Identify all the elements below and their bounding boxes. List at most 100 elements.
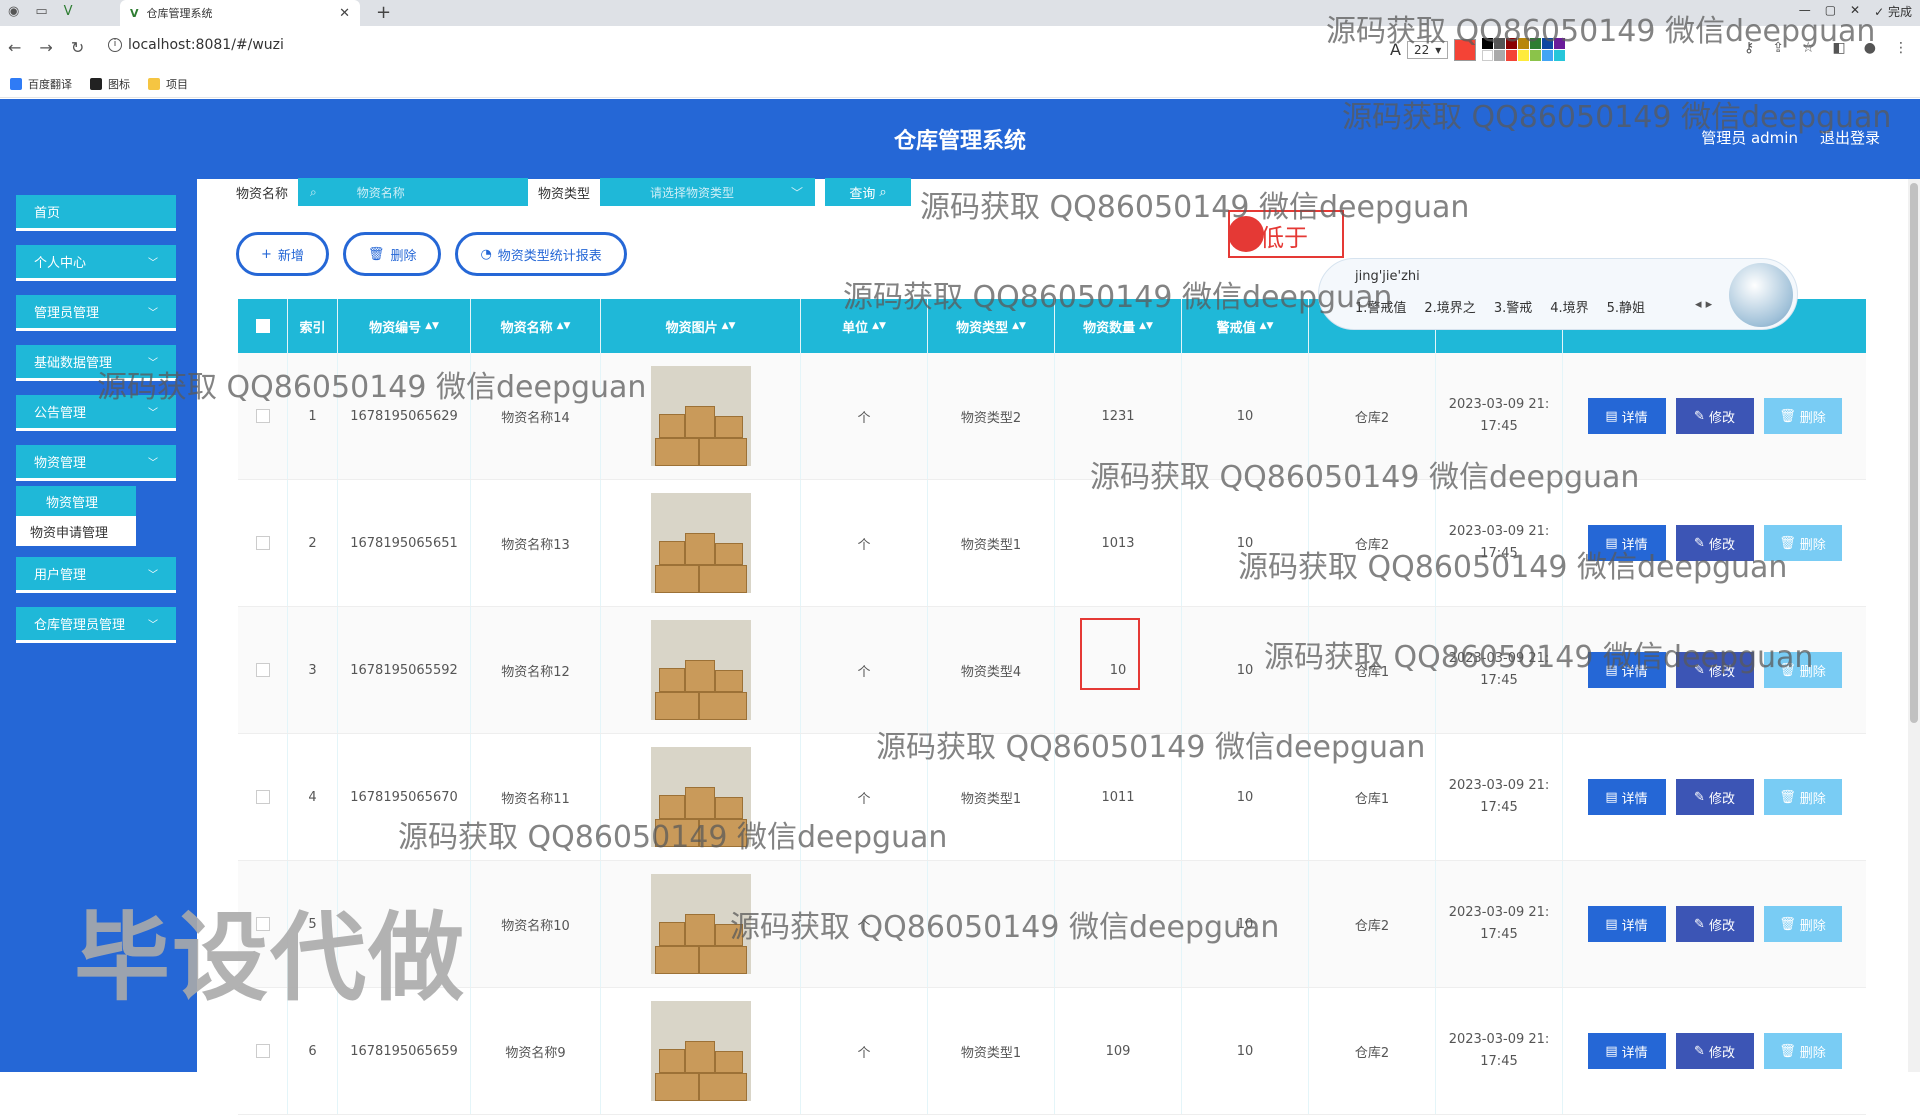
col-code[interactable]: 物资编号 ▲▼ <box>338 299 471 353</box>
name-label: 物资名称 <box>236 186 289 202</box>
ime-candidate[interactable]: 4.境界 <box>1550 297 1588 316</box>
detail-label: 详情 <box>1621 791 1648 807</box>
active-tab[interactable]: V 仓库管理系统 ✕ <box>120 0 360 26</box>
cell-qty: 1231 <box>1101 408 1135 424</box>
detail-button[interactable]: ▤ 详情 <box>1587 779 1666 815</box>
reload-icon[interactable]: ↻ <box>71 38 84 57</box>
watermark: 源码获取 QQ86050149 微信deepguan <box>97 370 647 405</box>
back-icon[interactable]: ← <box>8 38 21 57</box>
ime-candidate[interactable]: 2.境界之 <box>1424 297 1475 316</box>
batch-delete-button[interactable]: 🗑 删除 <box>342 232 442 276</box>
search-icon: ⌕ <box>879 184 887 200</box>
bookmark-project[interactable]: 项目 <box>148 76 188 92</box>
profile-icon[interactable]: ◉ <box>8 4 19 19</box>
sidebar-item-warehouse-admin[interactable]: 仓库管理员管理 ﹀ <box>16 607 176 643</box>
goods-photo[interactable] <box>650 366 751 466</box>
query-button[interactable]: 查询 ⌕ <box>825 178 912 206</box>
type-select[interactable]: 请选择物资类型 ﹀ <box>600 178 816 206</box>
cell-index: 1 <box>308 408 317 424</box>
cell-index: 3 <box>308 662 317 678</box>
submenu-goods-manage[interactable]: 物资管理 <box>16 486 136 516</box>
col-image[interactable]: 物资图片 ▲▼ <box>601 299 801 353</box>
ime-candidate[interactable]: 3.警戒 <box>1494 297 1532 316</box>
sidebar-item-users[interactable]: 用户管理 ﹀ <box>16 557 176 593</box>
scrollbar-thumb[interactable] <box>1910 183 1918 723</box>
trash-icon: 🗑 <box>1779 916 1796 932</box>
new-tab-icon[interactable]: + <box>376 2 391 23</box>
row-checkbox[interactable] <box>255 790 270 804</box>
select-all-checkbox[interactable] <box>238 299 288 353</box>
site-info-icon[interactable]: i <box>108 38 122 52</box>
sidebar-item-label: 物资管理 <box>34 456 87 471</box>
table-cell: 1678195065651 <box>338 480 471 606</box>
cell-name: 物资名称14 <box>501 410 570 426</box>
url-text: localhost:8081/#/wuzi <box>128 37 284 53</box>
row-checkbox[interactable] <box>255 1044 270 1058</box>
report-button[interactable]: ◔ 物资类型统计报表 <box>455 232 627 276</box>
tab-strip-icon[interactable]: ▭ <box>35 4 47 19</box>
submenu-goods-apply[interactable]: 物资申请管理 <box>16 516 136 546</box>
cell-type: 物资类型1 <box>960 537 1022 553</box>
table-cell: ▤ 详情 ✎ 修改 🗑 删除 <box>1563 988 1866 1114</box>
row-checkbox[interactable] <box>255 536 270 550</box>
add-label: 新增 <box>277 248 304 264</box>
cell-unit: 个 <box>857 791 871 807</box>
edit-button[interactable]: ✎ 修改 <box>1675 779 1754 815</box>
name-search-input[interactable]: ⌕ 物资名称 <box>298 178 529 206</box>
pencil-icon: ✎ <box>1694 789 1705 805</box>
checkbox[interactable] <box>255 319 270 333</box>
trash-icon: 🗑 <box>367 246 385 262</box>
goods-photo[interactable] <box>650 1001 751 1101</box>
page-scrollbar[interactable] <box>1908 179 1920 1072</box>
cell-date: 2023-03-09 21: <box>1448 905 1550 920</box>
sidebar-item-admin[interactable]: 管理员管理 ﹀ <box>16 295 176 331</box>
forward-icon[interactable]: → <box>39 38 52 57</box>
delete-button[interactable]: 🗑 删除 <box>1763 779 1842 815</box>
sidebar-item-home[interactable]: 首页 <box>16 195 176 231</box>
done-button[interactable]: ✓ 完成 <box>1874 3 1912 20</box>
goods-photo[interactable] <box>650 493 751 593</box>
bookmark-baidu-translate[interactable]: 百度翻译 <box>10 76 72 92</box>
row-checkbox[interactable] <box>255 663 270 677</box>
close-tab-icon[interactable]: ✕ <box>339 6 350 21</box>
table-cell <box>601 988 801 1114</box>
goods-table: 索引 物资编号 ▲▼ 物资名称 ▲▼ 物资图片 ▲▼ 单位 ▲▼ 物资类型 ▲▼ 物资数量… <box>238 299 1866 1115</box>
cell-index: 2 <box>308 535 317 551</box>
delete-button[interactable]: 🗑 删除 <box>1763 398 1842 434</box>
edit-button[interactable]: ✎ 修改 <box>1675 1033 1754 1069</box>
row-checkbox[interactable] <box>255 409 270 423</box>
bookmark-icons[interactable]: 图标 <box>90 76 130 92</box>
cell-date: 2023-03-09 21: <box>1448 778 1550 793</box>
vue-tab-icon[interactable]: V <box>64 4 73 19</box>
detail-button[interactable]: ▤ 详情 <box>1587 398 1666 434</box>
delete-button[interactable]: 🗑 删除 <box>1763 906 1842 942</box>
detail-button[interactable]: ▤ 详情 <box>1587 1033 1666 1069</box>
cell-qty: 1011 <box>1101 789 1135 805</box>
table-cell: ▤ 详情 ✎ 修改 🗑 删除 <box>1563 734 1866 860</box>
edit-button[interactable]: ✎ 修改 <box>1675 906 1754 942</box>
type-placeholder: 请选择物资类型 <box>650 185 735 200</box>
table-cell: 1678195065592 <box>338 607 471 733</box>
ime-candidate[interactable]: 5.静姐 <box>1607 297 1645 316</box>
col-name[interactable]: 物资名称 ▲▼ <box>471 299 601 353</box>
table-cell <box>601 480 801 606</box>
delete-button[interactable]: 🗑 删除 <box>1763 1033 1842 1069</box>
goods-photo[interactable] <box>650 620 751 720</box>
detail-button[interactable]: ▤ 详情 <box>1587 906 1666 942</box>
sidebar-item-profile[interactable]: 个人中心 ﹀ <box>16 245 176 281</box>
tab-title: 仓库管理系统 <box>146 7 213 20</box>
document-icon: ▤ <box>1605 1043 1618 1059</box>
menu-icon[interactable]: ⋮ <box>1894 40 1908 56</box>
add-button[interactable]: + 新增 <box>236 232 329 276</box>
ime-page-arrows-icon[interactable]: ◂ ▸ <box>1695 297 1712 312</box>
cell-unit: 个 <box>857 1045 871 1061</box>
edit-button[interactable]: ✎ 修改 <box>1675 398 1754 434</box>
sidebar-item-goods[interactable]: 物资管理 ﹀ <box>16 445 176 481</box>
url-field[interactable]: i localhost:8081/#/wuzi <box>108 37 284 53</box>
chevron-down-icon: ﹀ <box>148 458 158 469</box>
table-row: 6 1678195065659 物资名称9 个 物资类型1 109 10 仓库2 2023-03… <box>238 988 1866 1115</box>
watermark: 源码获取 QQ86050149 微信deepguan <box>920 190 1470 225</box>
delete-label: 删除 <box>1799 1045 1826 1061</box>
cell-code: 1678195065629 <box>350 408 458 424</box>
col-index: 索引 <box>288 299 338 353</box>
